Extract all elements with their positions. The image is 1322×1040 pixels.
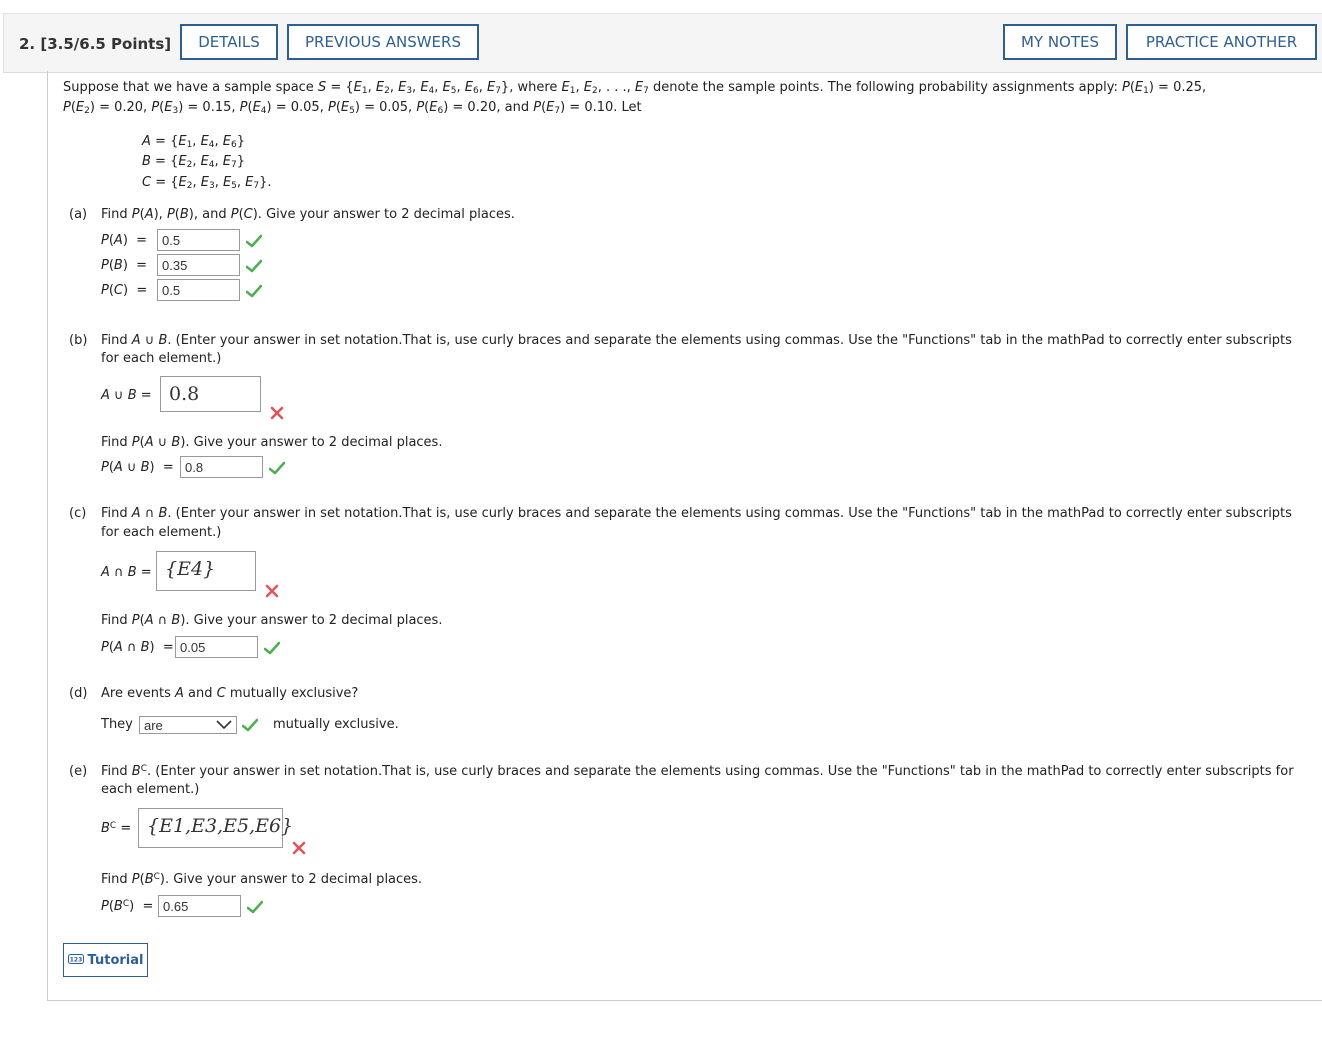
part-d-tail-text: mutually exclusive. (273, 717, 399, 732)
tutorial-button[interactable]: 123 Tutorial (63, 943, 148, 977)
p-a-union-b-input[interactable]: 0.8 (180, 456, 263, 478)
p-a-inter-b-input[interactable]: 0.05 (175, 636, 258, 658)
p-a-inter-b-prompt: Find P(A ∩ B). Give your answer to 2 dec… (101, 613, 443, 628)
set-a-definition: A = {E1, E4, E6} (142, 134, 246, 150)
set-b-definition: B = {E2, E4, E7} (142, 154, 246, 170)
pc-label: P(C) = (101, 283, 148, 298)
part-c-prompt-line-2: for each element.) (101, 525, 222, 540)
check-icon (269, 461, 285, 475)
details-button[interactable]: DETAILS (180, 24, 278, 60)
part-e-label: (e) (69, 764, 88, 779)
select-value: are (144, 718, 163, 733)
part-d-label: (d) (69, 686, 88, 701)
part-e-prompt-line-2: each element.) (101, 782, 200, 797)
part-e-prompt-line-1: Find BC. (Enter your answer in set notat… (101, 764, 1294, 779)
a-union-b-label: A ∪ B = (101, 388, 152, 403)
svg-text:123: 123 (69, 957, 82, 964)
check-icon (242, 718, 258, 732)
p-b-complement-prompt: Find P(BC). Give your answer to 2 decima… (101, 872, 423, 887)
check-icon (247, 900, 263, 914)
tutorial-icon: 123 (67, 954, 84, 964)
b-complement-label: BC = (101, 821, 132, 836)
cross-icon (292, 841, 306, 855)
part-a-prompt: Find P(A), P(B), and P(C). Give your ans… (101, 207, 515, 222)
b-complement-mathpad[interactable]: {E1,E3,E5,E6} (138, 808, 293, 848)
part-b-prompt-line-2: for each element.) (101, 351, 222, 366)
problem-statement-line-2: P(E2) = 0.20, P(E3) = 0.15, P(E4) = 0.05… (63, 100, 642, 116)
tutorial-label: Tutorial (87, 952, 144, 968)
check-icon (246, 234, 262, 248)
p-b-complement-input[interactable]: 0.65 (158, 895, 241, 917)
question-points-label: 2. [3.5/6.5 Points] (19, 35, 172, 53)
part-b-prompt-line-1: Find A ∪ B. (Enter your answer in set no… (101, 333, 1292, 348)
part-b-label: (b) (69, 333, 88, 348)
question-content: Suppose that we have a sample space S = … (47, 71, 1322, 1001)
cross-icon (265, 584, 279, 598)
part-c-prompt-line-1: Find A ∩ B. (Enter your answer in set no… (101, 506, 1292, 521)
part-d-prompt: Are events A and C mutually exclusive? (101, 686, 359, 701)
a-inter-b-label: A ∩ B = (101, 565, 152, 580)
check-icon (246, 284, 262, 298)
a-inter-b-mathpad[interactable]: {E4} (156, 551, 256, 591)
previous-answers-button[interactable]: PREVIOUS ANSWERS (287, 24, 479, 60)
pb-label: P(B) = (101, 258, 148, 273)
p-a-union-b-prompt: Find P(A ∪ B). Give your answer to 2 dec… (101, 435, 443, 450)
practice-another-button[interactable]: PRACTICE ANOTHER (1126, 24, 1317, 60)
cross-icon (270, 406, 284, 420)
my-notes-button[interactable]: MY NOTES (1003, 24, 1117, 60)
p-a-union-b-label: P(A ∪ B) = (101, 460, 174, 475)
problem-statement-line-1: Suppose that we have a sample space S = … (63, 80, 1207, 96)
set-c-definition: C = {E2, E3, E5, E7}. (142, 175, 272, 191)
pb-input[interactable]: 0.35 (157, 254, 240, 276)
mutually-exclusive-select[interactable]: are (139, 716, 237, 734)
p-a-inter-b-label: P(A ∩ B) = (101, 640, 174, 655)
chevron-down-icon (216, 720, 232, 730)
a-union-b-mathpad[interactable]: 0.8 (160, 376, 261, 412)
check-icon (264, 641, 280, 655)
p-b-complement-label: P(BC) = (101, 899, 154, 914)
pc-input[interactable]: 0.5 (157, 279, 240, 301)
question-header: 2. [3.5/6.5 Points] DETAILS PREVIOUS ANS… (3, 13, 1322, 73)
part-d-they-text: They (101, 717, 133, 732)
pa-label: P(A) = (101, 233, 148, 248)
part-a-label: (a) (69, 207, 88, 222)
part-c-label: (c) (69, 506, 87, 521)
pa-input[interactable]: 0.5 (157, 229, 240, 251)
check-icon (246, 259, 262, 273)
